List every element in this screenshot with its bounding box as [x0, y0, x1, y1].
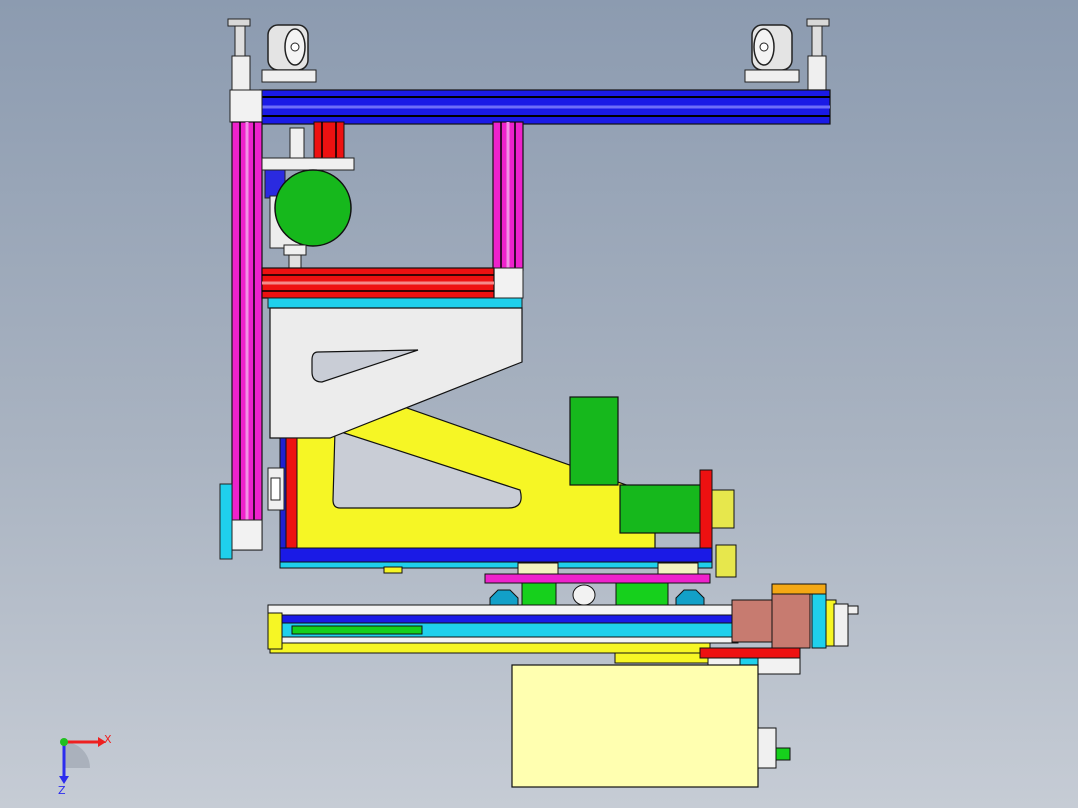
x-axis-label: X — [104, 733, 112, 746]
caster-right — [744, 24, 800, 83]
mid-column — [492, 121, 524, 299]
machine-assembly-model — [219, 18, 859, 788]
left-column — [219, 121, 263, 560]
servo-motor — [731, 583, 859, 649]
green-motor — [261, 157, 355, 270]
cyan-plate — [267, 297, 523, 309]
rail-carriages — [484, 562, 711, 606]
leveling-foot-left — [227, 18, 251, 95]
leveling-foot-right — [806, 18, 830, 95]
caster-left — [261, 24, 317, 83]
z-axis-label: Z — [58, 784, 66, 797]
blue-base-plate — [279, 547, 713, 574]
red-post — [289, 121, 345, 163]
coordinate-triad: X Z — [40, 720, 120, 800]
red-beam — [261, 267, 495, 299]
3d-viewport[interactable]: X Z — [0, 0, 1078, 808]
pale-yellow-enclosure — [511, 664, 791, 788]
top-beam — [229, 89, 831, 125]
red-strip — [284, 437, 298, 551]
